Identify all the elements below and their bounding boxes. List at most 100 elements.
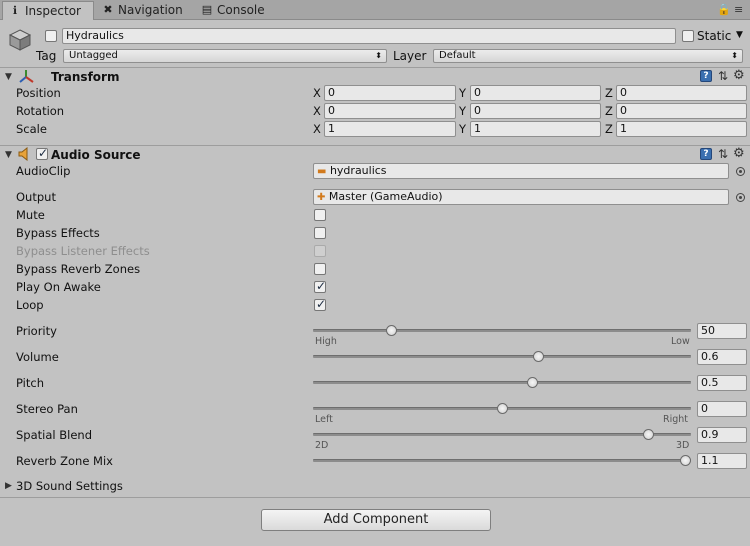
scale-label: Scale <box>16 122 47 136</box>
pitch-slider-track[interactable] <box>313 381 691 384</box>
axis-y-label[interactable]: Y <box>459 86 466 100</box>
axis-x-label[interactable]: X <box>313 104 321 118</box>
foldout-expanded-icon[interactable]: ▼ <box>5 72 12 82</box>
pitch-slider-thumb[interactable] <box>527 377 539 388</box>
volume-label: Volume <box>16 350 59 364</box>
axis-z-label[interactable]: Z <box>605 122 613 136</box>
layer-label: Layer <box>393 49 427 63</box>
tab-navigation-label: Navigation <box>118 3 183 17</box>
gear-icon[interactable]: ⚙ <box>733 68 745 83</box>
help-icon[interactable]: ? <box>700 70 712 82</box>
foldout-expanded-icon[interactable]: ▼ <box>5 150 12 160</box>
audioclip-label: AudioClip <box>16 164 71 178</box>
scale-x-field[interactable]: 1 <box>324 121 456 137</box>
add-component-button[interactable]: Add Component <box>261 509 491 531</box>
preset-icon[interactable]: ⇅ <box>718 69 728 83</box>
gameobject-cube-icon <box>8 28 32 52</box>
audio-source-enabled-checkbox[interactable]: ✓ <box>36 146 49 160</box>
bypass-effects-checkbox[interactable] <box>314 227 326 239</box>
bypass-reverb-zones-checkbox[interactable] <box>314 263 326 275</box>
axis-x-label[interactable]: X <box>313 122 321 136</box>
tag-dropdown[interactable]: Untagged ⬍ <box>63 49 387 63</box>
audio-clip-icon: ▬ <box>317 166 327 177</box>
reverb-zone-mix-slider-thumb[interactable] <box>680 455 691 466</box>
transform-title: Transform <box>51 70 120 84</box>
tag-label: Tag <box>36 49 57 63</box>
tab-inspector-label: Inspector <box>25 4 81 18</box>
object-picker-icon[interactable] <box>736 167 745 176</box>
transform-axes-icon <box>18 69 34 83</box>
foldout-collapsed-icon[interactable]: ▶ <box>5 481 12 491</box>
spatial-blend-slider-track[interactable] <box>313 433 691 436</box>
reverb-zone-mix-value-field[interactable]: 1.1 <box>697 453 747 469</box>
transform-header-icons: ? ⇅ ⚙ <box>700 68 748 83</box>
gear-icon[interactable]: ⚙ <box>733 146 745 161</box>
priority-slider-thumb[interactable] <box>386 325 398 336</box>
rotation-y-field[interactable]: 0 <box>470 103 601 119</box>
volume-value-field[interactable]: 0.6 <box>697 349 747 365</box>
play-on-awake-checkbox[interactable]: ✓ <box>314 279 327 293</box>
transform-header[interactable]: ▼ Transform ? ⇅ ⚙ <box>0 67 750 85</box>
static-checkbox[interactable] <box>682 30 694 42</box>
object-picker-icon[interactable] <box>736 193 745 202</box>
stereo-pan-min-label: Left <box>315 414 333 425</box>
rotation-x-field[interactable]: 0 <box>324 103 456 119</box>
position-z-field[interactable]: 0 <box>616 85 747 101</box>
check-icon: ✓ <box>316 279 327 293</box>
axis-z-label[interactable]: Z <box>605 86 613 100</box>
priority-max-label: Low <box>671 336 690 347</box>
output-field[interactable]: ✚ Master (GameAudio) <box>313 189 729 205</box>
rotation-z-field[interactable]: 0 <box>616 103 747 119</box>
lock-icon[interactable]: 🔒 <box>717 3 731 16</box>
priority-label: Priority <box>16 324 57 338</box>
check-icon: ✓ <box>38 146 49 160</box>
audio-source-header[interactable]: ▼ ✓ Audio Source ? ⇅ ⚙ <box>0 145 750 163</box>
audio-source-header-icons: ? ⇅ ⚙ <box>700 146 748 161</box>
scale-z-field[interactable]: 1 <box>616 121 747 137</box>
gameobject-name-field[interactable]: Hydraulics <box>62 28 676 44</box>
active-checkbox[interactable] <box>45 30 57 42</box>
bypass-listener-effects-label: Bypass Listener Effects <box>16 244 150 258</box>
transform-row-scale: Scale X 1 Y 1 Z 1 <box>0 120 750 138</box>
pitch-value-field[interactable]: 0.5 <box>697 375 747 391</box>
tag-dropdown-value: Untagged <box>69 50 118 61</box>
tab-console[interactable]: ▤ Console <box>195 1 275 20</box>
layer-dropdown-value: Default <box>439 50 476 61</box>
stereo-pan-label: Stereo Pan <box>16 402 78 416</box>
spatial-blend-slider-thumb[interactable] <box>643 429 655 440</box>
axis-x-label[interactable]: X <box>313 86 321 100</box>
spatial-blend-value-field[interactable]: 0.9 <box>697 427 747 443</box>
help-icon[interactable]: ? <box>700 148 712 160</box>
loop-checkbox[interactable]: ✓ <box>314 297 326 311</box>
mute-checkbox[interactable] <box>314 209 326 221</box>
stereo-pan-max-label: Right <box>663 414 689 425</box>
navigation-icon: ✖ <box>103 3 113 16</box>
stereo-pan-value-field[interactable]: 0 <box>697 401 747 417</box>
axis-z-label[interactable]: Z <box>605 104 613 118</box>
output-value: Master (GameAudio) <box>328 190 443 203</box>
section-divider <box>0 497 750 498</box>
3d-sound-settings-label[interactable]: 3D Sound Settings <box>16 479 123 493</box>
preset-icon[interactable]: ⇅ <box>718 147 728 161</box>
axis-y-label[interactable]: Y <box>459 122 466 136</box>
pitch-label: Pitch <box>16 376 44 390</box>
tab-navigation[interactable]: ✖ Navigation <box>96 1 192 20</box>
volume-slider-track[interactable] <box>313 355 691 358</box>
audioclip-field[interactable]: ▬ hydraulics <box>313 163 729 179</box>
layer-dropdown[interactable]: Default ⬍ <box>433 49 743 63</box>
speaker-icon <box>18 146 32 162</box>
stereo-pan-slider-thumb[interactable] <box>496 403 508 414</box>
scale-y-field[interactable]: 1 <box>470 121 601 137</box>
menu-icon[interactable]: ≡ <box>734 3 743 16</box>
static-dropdown-arrow[interactable]: ▼ <box>736 30 743 40</box>
tab-inspector[interactable]: ℹ Inspector <box>2 1 94 20</box>
reverb-zone-mix-slider-track[interactable] <box>313 459 691 462</box>
priority-slider-track[interactable] <box>313 329 691 332</box>
position-y-field[interactable]: 0 <box>470 85 601 101</box>
axis-y-label[interactable]: Y <box>459 104 466 118</box>
reverb-zone-mix-label: Reverb Zone Mix <box>16 454 113 468</box>
bypass-effects-label: Bypass Effects <box>16 226 100 240</box>
priority-value-field[interactable]: 50 <box>697 323 747 339</box>
position-x-field[interactable]: 0 <box>324 85 456 101</box>
volume-slider-thumb[interactable] <box>533 351 545 362</box>
